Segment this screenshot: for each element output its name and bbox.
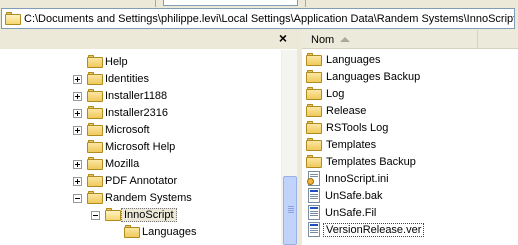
folder-icon <box>124 225 140 238</box>
list-item[interactable]: InnoScript.ini <box>306 170 391 187</box>
folder-icon <box>306 138 322 151</box>
address-bar[interactable]: C:\Documents and Settings\philippe.levi\… <box>1 8 515 29</box>
list-item[interactable]: Languages Backup <box>306 68 422 85</box>
folder-tree-pane: × Help Identities Installer1188 Installe… <box>0 30 297 245</box>
folder-icon <box>87 174 103 187</box>
tree-item-label: Help <box>105 55 128 68</box>
tree-item-languages[interactable]: Languages <box>124 223 198 240</box>
folder-icon <box>306 87 322 100</box>
file-icon <box>307 188 321 203</box>
tree-item-label: Mozilla <box>105 157 140 170</box>
tree-item-randem-systems[interactable]: Randem Systems <box>87 189 194 206</box>
expand-plus-icon[interactable] <box>73 75 82 84</box>
list-item[interactable]: RSTools Log <box>306 119 390 136</box>
list-item-label: Languages Backup <box>326 70 421 83</box>
tree-item-label: Installer2316 <box>105 106 168 119</box>
list-item-label: UnSafe.bak <box>325 189 383 202</box>
folder-tree-header: × <box>0 30 297 49</box>
close-pane-button[interactable]: × <box>277 31 289 45</box>
tree-item-label: Microsoft Help <box>105 140 176 153</box>
folder-icon <box>87 191 103 204</box>
file-list-pane: Nom Languages Languages Backup Log Relea… <box>302 30 518 245</box>
list-item[interactable]: UnSafe.Fil <box>306 204 378 221</box>
collapse-minus-icon[interactable] <box>91 211 100 220</box>
folder-icon <box>87 55 103 68</box>
folder-icon <box>5 12 21 25</box>
list-item-label: InnoScript.ini <box>325 172 389 185</box>
list-item[interactable]: VersionRelease.ver <box>306 221 425 238</box>
open-folder-icon <box>105 208 121 221</box>
list-item[interactable]: Templates Backup <box>306 153 418 170</box>
tree-item-label: InnoScript <box>121 207 177 222</box>
folder-icon <box>87 157 103 170</box>
folder-icon <box>87 123 103 136</box>
list-item[interactable]: Templates <box>306 136 378 153</box>
toolbar-separator <box>305 0 306 7</box>
list-item-label: Templates <box>326 138 377 151</box>
folder-icon <box>87 89 103 102</box>
tree-item-identities[interactable]: Identities <box>87 70 151 87</box>
list-header: Nom <box>302 30 518 49</box>
expand-plus-icon[interactable] <box>73 177 82 186</box>
expand-plus-icon[interactable] <box>73 109 82 118</box>
folder-icon <box>306 53 322 66</box>
folder-icon <box>87 72 103 85</box>
toolbar-dropdown[interactable] <box>163 0 298 6</box>
toolbar-separator <box>155 0 156 7</box>
scrollbar-thumb[interactable] <box>283 176 297 245</box>
folder-icon <box>87 106 103 119</box>
sort-ascending-icon <box>340 37 351 42</box>
list-item[interactable]: Languages <box>306 51 382 68</box>
list-item[interactable]: UnSafe.bak <box>306 187 384 204</box>
list-item-label: UnSafe.Fil <box>325 206 377 219</box>
tree-item-installer2316[interactable]: Installer2316 <box>87 104 170 121</box>
ini-file-icon <box>307 171 321 186</box>
tree-item-mozilla[interactable]: Mozilla <box>87 155 141 172</box>
folder-icon <box>87 140 103 153</box>
list-item-label: Templates Backup <box>326 155 416 168</box>
tree-item-microsoft[interactable]: Microsoft <box>87 121 152 138</box>
list-item-label: RSTools Log <box>326 121 389 134</box>
list-item[interactable]: Log <box>306 85 346 102</box>
list-item-label: Log <box>326 87 345 100</box>
column-header-label: Nom <box>311 33 335 46</box>
toolbar-strip <box>0 0 518 8</box>
tree-item-label: PDF Annotator <box>105 174 178 187</box>
list-item-label: VersionRelease.ver <box>323 222 425 237</box>
tree-item-label: Randem Systems <box>105 191 192 204</box>
address-path[interactable]: C:\Documents and Settings\philippe.levi\… <box>24 13 514 25</box>
tree-item-help[interactable]: Help <box>87 53 130 70</box>
expand-plus-icon[interactable] <box>73 160 82 169</box>
list-item-label: Release <box>326 104 367 117</box>
folder-tree: Help Identities Installer1188 Installer2… <box>0 50 281 245</box>
column-header-name[interactable]: Nom <box>302 30 478 49</box>
tree-item-label: Installer1188 <box>105 89 168 102</box>
tree-item-pdf-annotator[interactable]: PDF Annotator <box>87 172 179 189</box>
file-icon <box>307 222 321 237</box>
tree-item-label: Languages <box>142 225 197 238</box>
file-list: Languages Languages Backup Log Release R… <box>302 50 518 245</box>
expand-plus-icon[interactable] <box>73 92 82 101</box>
tree-item-label: Microsoft <box>105 123 150 136</box>
expand-plus-icon[interactable] <box>73 126 82 135</box>
list-item-label: Languages <box>326 53 381 66</box>
tree-vertical-scrollbar[interactable] <box>281 50 297 245</box>
tree-item-installer1188[interactable]: Installer1188 <box>87 87 169 104</box>
tree-item-innoscript[interactable]: InnoScript <box>105 206 177 223</box>
folder-icon <box>306 70 322 83</box>
folder-icon <box>306 104 322 117</box>
folder-icon <box>306 121 322 134</box>
tree-item-label: Identities <box>105 72 150 85</box>
collapse-minus-icon[interactable] <box>73 194 82 203</box>
folder-icon <box>306 155 322 168</box>
file-icon <box>307 205 321 220</box>
list-item[interactable]: Release <box>306 102 368 119</box>
tree-item-microsoft-help[interactable]: Microsoft Help <box>87 138 177 155</box>
